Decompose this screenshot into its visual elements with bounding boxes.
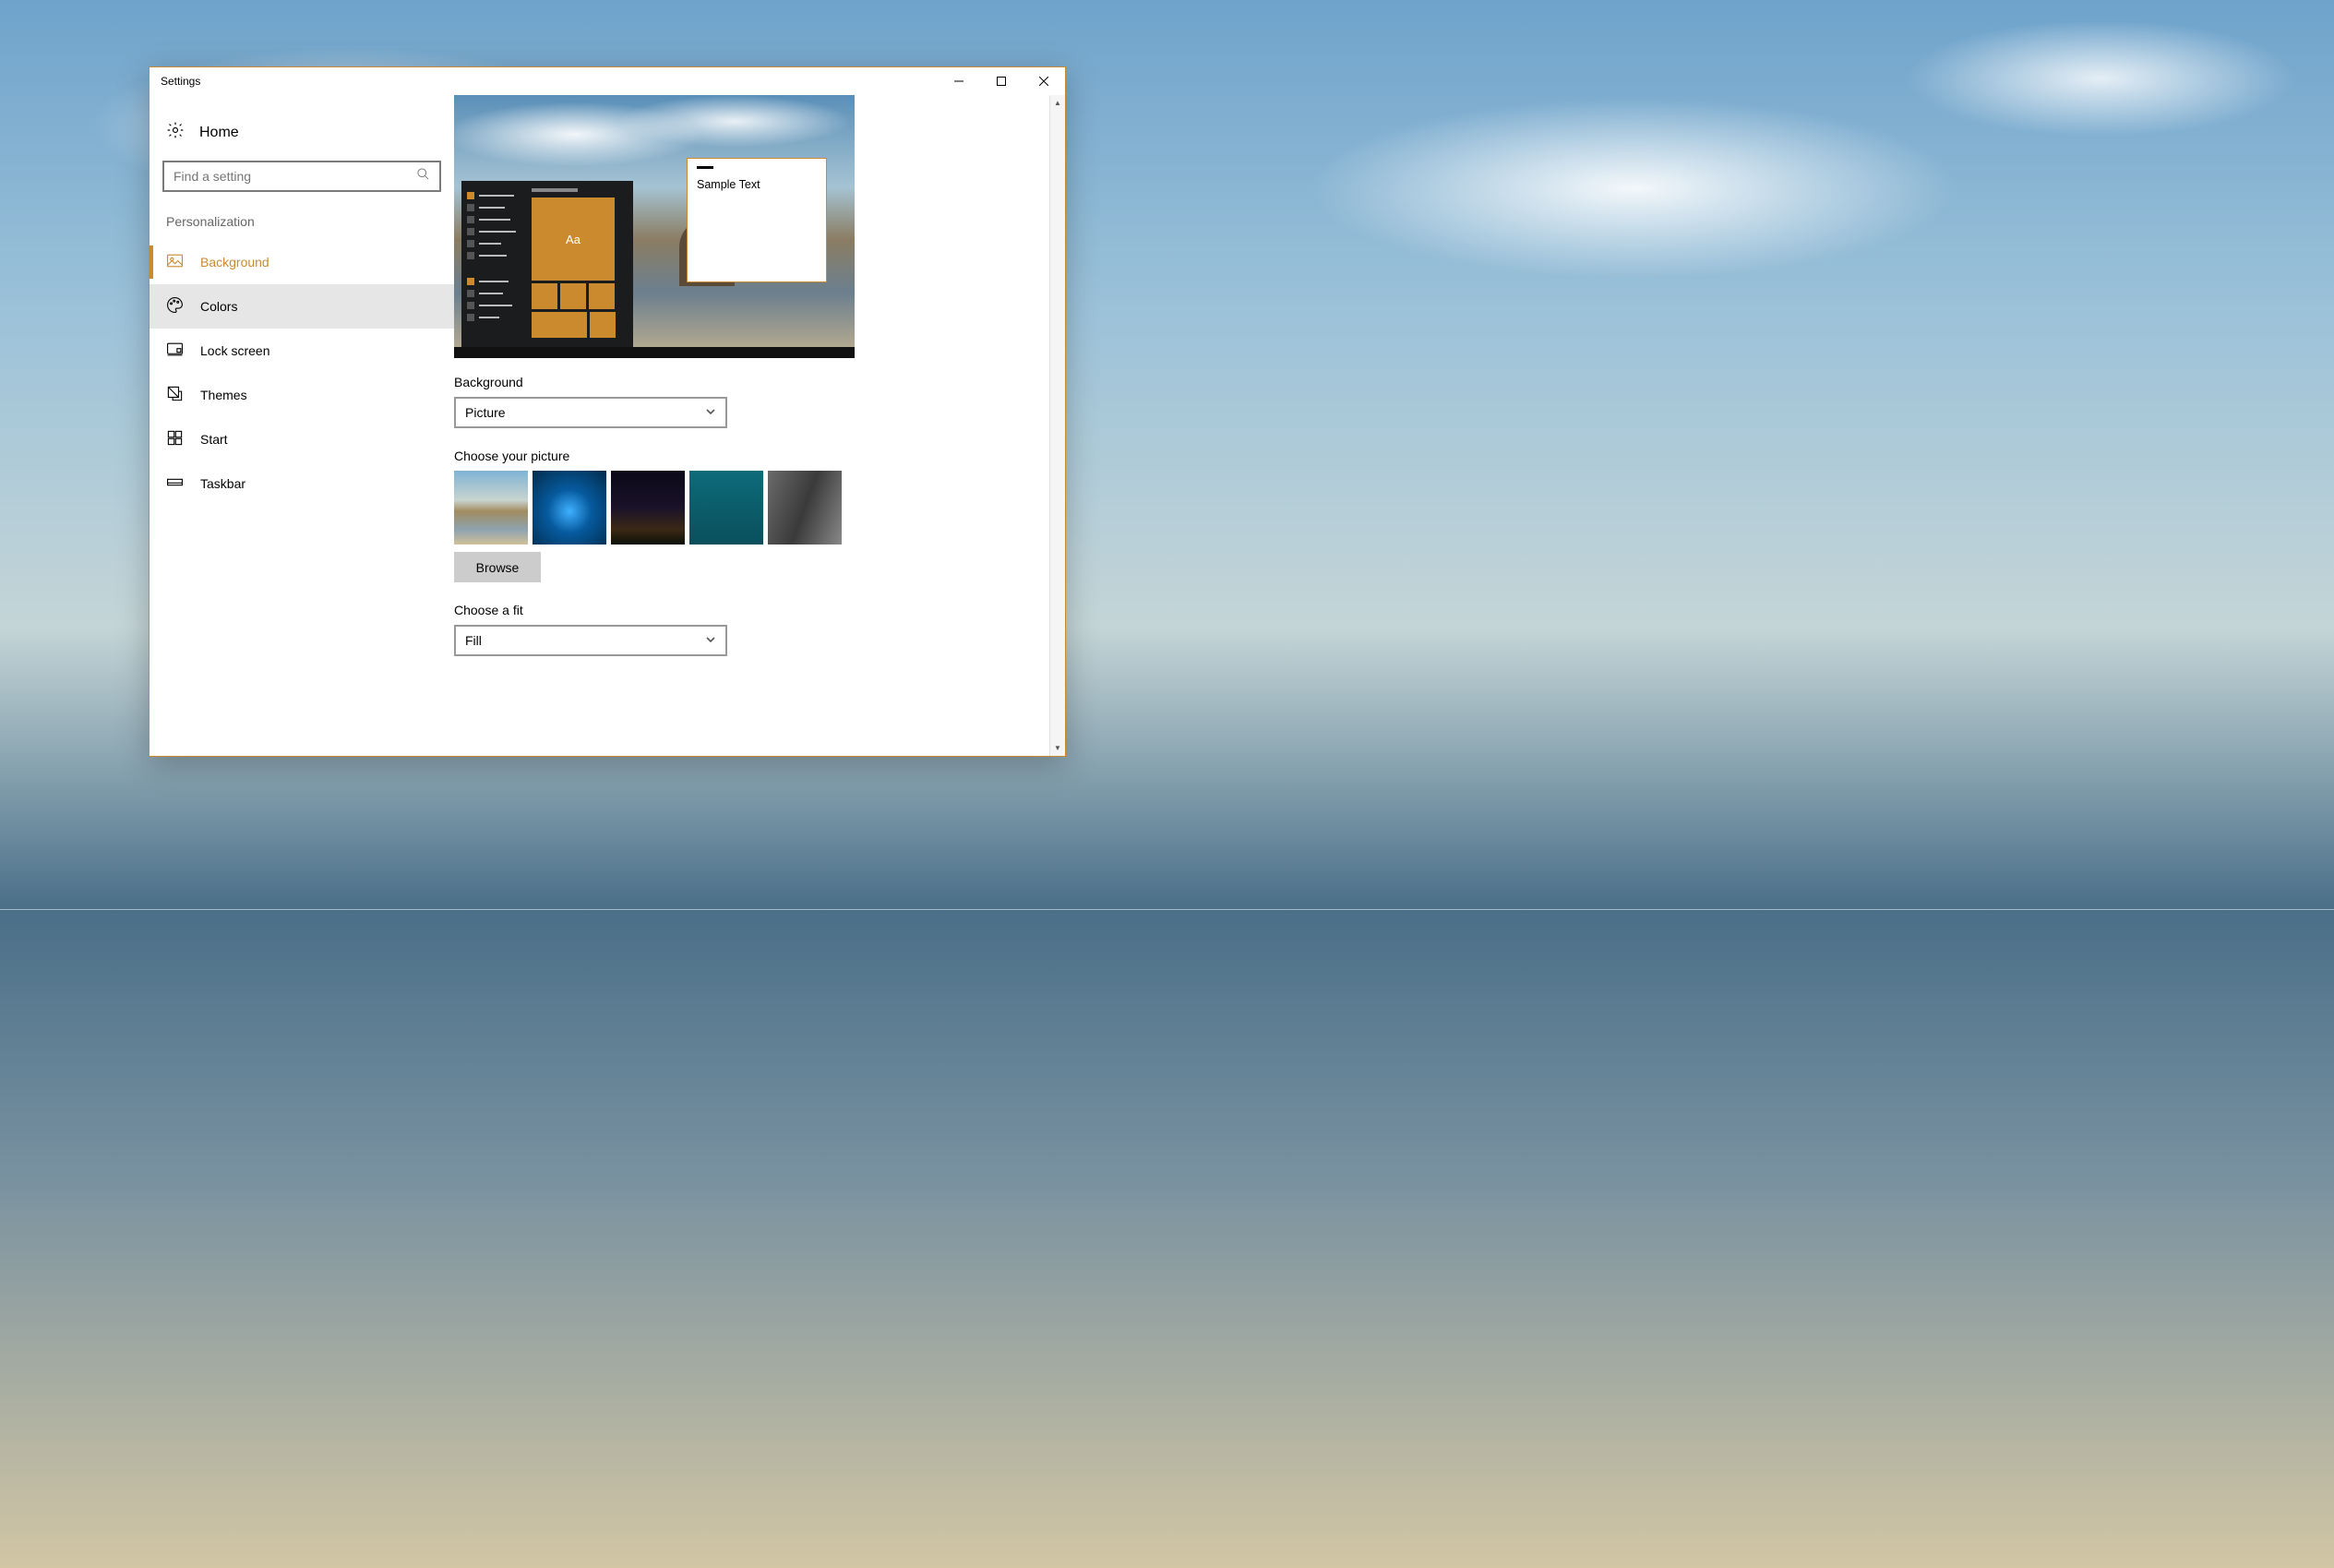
minimize-button[interactable] [938,67,980,95]
sidebar-item-label: Taskbar [200,476,245,491]
fit-dropdown[interactable]: Fill [454,625,727,656]
chevron-down-icon [705,405,716,420]
background-dropdown-value: Picture [465,405,506,420]
picture-thumbnail-4[interactable] [689,471,763,545]
picture-thumbnail-2[interactable] [533,471,606,545]
scrollbar[interactable]: ▲ ▼ [1049,95,1065,756]
picture-icon [166,252,184,272]
preview-tile-aa: Aa [532,197,615,281]
sidebar-item-label: Themes [200,388,247,402]
sidebar: Home Personalization Background Colo [150,95,454,756]
browse-button[interactable]: Browse [454,552,541,582]
taskbar-icon [166,473,184,494]
lockscreen-icon [166,341,184,361]
window-controls [938,67,1065,95]
home-button[interactable]: Home [150,112,454,161]
desktop-preview: Aa Sample Text [454,95,855,358]
gear-icon [166,121,185,144]
content-area: Aa Sample Text Background Picture [454,95,1065,756]
preview-sample-text: Sample Text [697,178,817,191]
sidebar-item-lockscreen[interactable]: Lock screen [150,329,454,373]
search-box[interactable] [162,161,441,192]
search-input[interactable] [174,169,407,184]
sidebar-item-taskbar[interactable]: Taskbar [150,461,454,506]
settings-window: Settings Home [149,66,1066,757]
choose-fit-label: Choose a fit [454,603,1030,617]
sidebar-item-themes[interactable]: Themes [150,373,454,417]
preview-start-menu: Aa [461,181,633,347]
close-button[interactable] [1023,67,1065,95]
preview-sample-window: Sample Text [687,158,827,282]
home-label: Home [199,125,239,141]
choose-picture-label: Choose your picture [454,449,1030,463]
start-icon [166,429,184,449]
window-title: Settings [161,75,200,88]
background-label: Background [454,375,1030,389]
search-icon [416,167,430,186]
maximize-button[interactable] [980,67,1023,95]
sidebar-item-start[interactable]: Start [150,417,454,461]
picture-thumbnail-1[interactable] [454,471,528,545]
themes-icon [166,385,184,405]
picture-thumbnail-5[interactable] [768,471,842,545]
sidebar-item-label: Background [200,255,269,269]
picture-thumbnail-3[interactable] [611,471,685,545]
scroll-down-arrow[interactable]: ▼ [1050,740,1065,756]
desktop-horizon [0,909,2334,910]
background-dropdown[interactable]: Picture [454,397,727,428]
picture-thumbnails [454,471,1030,545]
browse-button-label: Browse [476,560,520,575]
scroll-up-arrow[interactable]: ▲ [1050,95,1065,111]
section-label: Personalization [150,210,454,240]
sidebar-item-background[interactable]: Background [150,240,454,284]
sidebar-item-colors[interactable]: Colors [150,284,454,329]
titlebar[interactable]: Settings [150,67,1065,95]
palette-icon [166,296,184,317]
fit-dropdown-value: Fill [465,633,482,648]
sidebar-item-label: Lock screen [200,343,269,358]
chevron-down-icon [705,633,716,648]
sidebar-item-label: Colors [200,299,237,314]
sidebar-item-label: Start [200,432,228,447]
